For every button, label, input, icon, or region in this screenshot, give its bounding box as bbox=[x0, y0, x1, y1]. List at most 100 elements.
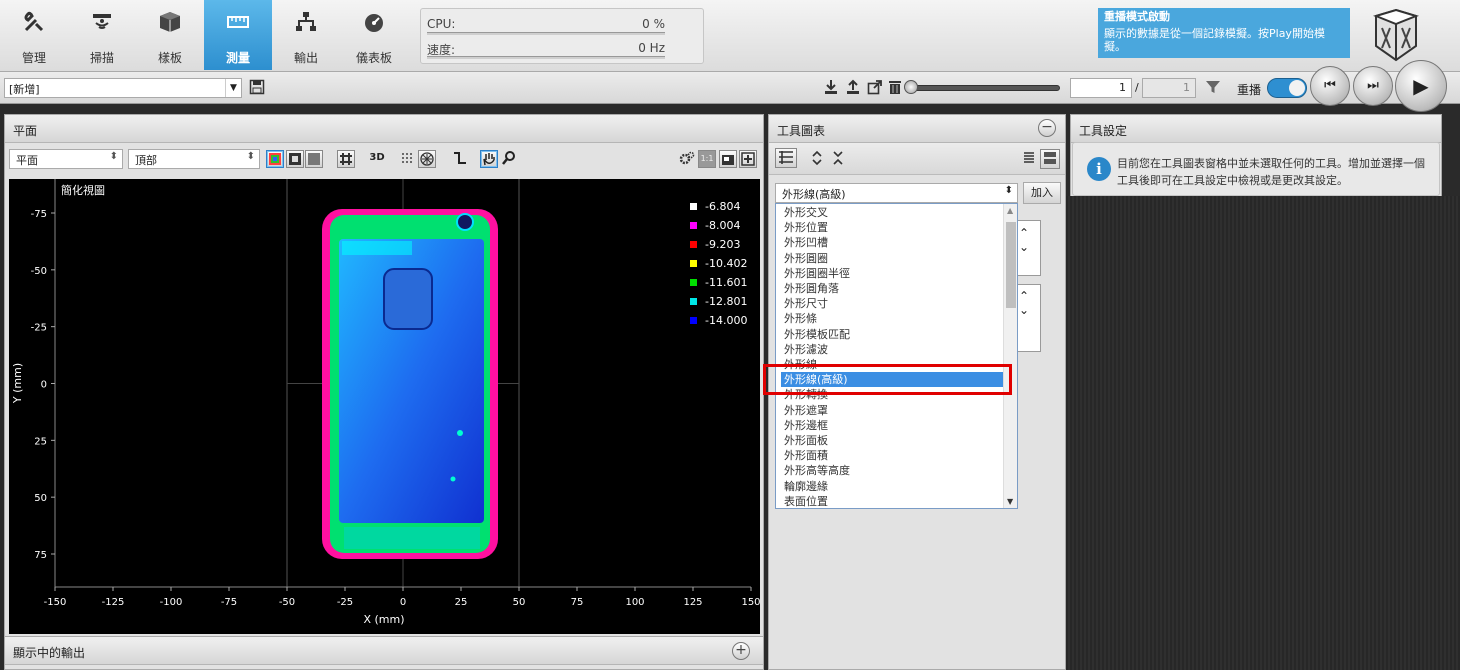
view-type-select[interactable]: 平面 ⬍ bbox=[9, 149, 123, 169]
compact-view-button[interactable] bbox=[1020, 150, 1038, 168]
nav-network-button[interactable]: 輸出 bbox=[272, 0, 340, 70]
add-output-button[interactable]: + bbox=[732, 642, 750, 660]
save-icon[interactable] bbox=[249, 79, 265, 95]
grid-button[interactable] bbox=[337, 150, 355, 168]
scroll-down-icon[interactable]: ▼ bbox=[1007, 497, 1013, 506]
x-tick-label: 125 bbox=[683, 597, 702, 608]
dropdown-item[interactable]: 輪廓邊緣 bbox=[784, 479, 1002, 494]
mesh-button[interactable] bbox=[418, 150, 436, 168]
x-tick-label: 75 bbox=[571, 597, 584, 608]
chevron-updown-icon[interactable]: ⌃ ⌄ bbox=[1019, 226, 1029, 254]
profile-line-button[interactable] bbox=[451, 150, 469, 168]
play-button[interactable]: ▶ bbox=[1395, 60, 1447, 112]
dropdown-item[interactable]: 表面位置 bbox=[784, 494, 1002, 508]
y-tick-label: -75 bbox=[31, 209, 47, 220]
nav-label: 儀表板 bbox=[355, 51, 392, 65]
x-tick-label: -100 bbox=[160, 597, 183, 608]
legend-label: -12.801 bbox=[705, 295, 747, 308]
download-icon[interactable] bbox=[823, 79, 839, 95]
dropdown-item[interactable]: 外形交叉 bbox=[784, 205, 1002, 220]
trash-icon[interactable] bbox=[887, 79, 903, 95]
speed-stat: 速度: 0 Hz bbox=[427, 37, 665, 59]
3d-view-button[interactable]: 3D bbox=[367, 150, 387, 168]
tool-panel-title: 工具圖表 bbox=[777, 124, 826, 138]
side-value: 頂部 bbox=[135, 154, 157, 167]
dropdown-item[interactable]: 外形圓圈 bbox=[784, 251, 1002, 266]
step-forward-button[interactable]: ⏭ bbox=[1353, 66, 1393, 106]
dropdown-item[interactable]: 外形條 bbox=[784, 311, 1002, 326]
view-settings-button[interactable] bbox=[678, 150, 696, 168]
nav-scan-button[interactable]: 掃描 bbox=[68, 0, 136, 70]
x-tick-label: -75 bbox=[221, 597, 237, 608]
playback-slider-knob[interactable] bbox=[904, 80, 918, 94]
dropdown-item[interactable]: 外形位置 bbox=[784, 220, 1002, 235]
toggle-knob bbox=[1289, 80, 1305, 96]
dropdown-scroll-thumb[interactable] bbox=[1006, 222, 1016, 308]
dot-grid-button[interactable] bbox=[399, 150, 417, 168]
magnifier-icon bbox=[502, 151, 515, 165]
grayscale-button[interactable] bbox=[286, 150, 304, 168]
dropdown-item[interactable]: 外形尺寸 bbox=[784, 296, 1002, 311]
tool-list-button[interactable] bbox=[775, 148, 797, 168]
x-tick-label: 150 bbox=[741, 597, 760, 608]
one-to-one-button[interactable]: 1:1 bbox=[698, 150, 716, 168]
intensity-button[interactable] bbox=[305, 150, 323, 168]
heightmap-color-button[interactable] bbox=[266, 150, 284, 168]
expand-icon bbox=[812, 150, 822, 166]
part-camera-cutout bbox=[383, 268, 433, 330]
nav-label: 測量 bbox=[225, 51, 250, 65]
step-back-button[interactable]: ⏮ bbox=[1310, 66, 1350, 106]
chevron-updown-icon[interactable]: ⌃ ⌄ bbox=[1019, 289, 1029, 317]
playback-slider[interactable] bbox=[908, 85, 1060, 91]
tool-type-select[interactable]: 外形線(高級) ⬍ bbox=[775, 183, 1018, 203]
dropdown-item[interactable]: 外形面板 bbox=[784, 433, 1002, 448]
collapse-tool-panel-button[interactable]: − bbox=[1038, 119, 1056, 137]
height-map-viewport[interactable]: 簡化視圖 -150 -125 -100 -75 -50 -25 0 25 50 75 100 125 1… bbox=[9, 179, 760, 634]
snapshot-button[interactable] bbox=[719, 150, 737, 168]
info-icon: i bbox=[1087, 157, 1111, 181]
rows-icon bbox=[1044, 152, 1056, 164]
system-stats: CPU: 0 % 速度: 0 Hz bbox=[420, 8, 704, 64]
nav-ruler-button[interactable]: 測量 bbox=[204, 0, 272, 70]
lines-icon bbox=[1024, 152, 1034, 163]
zoom-button[interactable] bbox=[500, 150, 518, 168]
legend-swatch bbox=[690, 203, 697, 210]
upload-icon[interactable] bbox=[845, 79, 861, 95]
detail-view-button[interactable] bbox=[1040, 149, 1060, 169]
dropdown-item[interactable]: 外形凹槽 bbox=[784, 235, 1002, 250]
x-axis-label: X (mm) bbox=[363, 613, 404, 626]
replay-label: 重播 bbox=[1237, 83, 1262, 97]
dropdown-item[interactable]: 外形圓圈半徑 bbox=[784, 266, 1002, 281]
side-select[interactable]: 頂部 ⬍ bbox=[128, 149, 260, 169]
export-icon[interactable] bbox=[867, 79, 883, 95]
nav-tools-button[interactable]: 管理 bbox=[0, 0, 68, 70]
add-tool-button[interactable]: 加入 bbox=[1023, 182, 1061, 204]
dropdown-item[interactable]: 外形圓角落 bbox=[784, 281, 1002, 296]
legend-label: -6.804 bbox=[705, 200, 740, 213]
page-current-input[interactable]: 1 bbox=[1070, 78, 1132, 98]
collapse-all-button[interactable] bbox=[829, 150, 847, 168]
filter-icon[interactable] bbox=[1205, 79, 1221, 95]
tool-type-dropdown[interactable]: 外形交叉 外形位置 外形凹槽 外形圓圈 外形圓圈半徑 外形圓角落 外形尺寸 外形條 外形模板匹配… bbox=[775, 203, 1018, 509]
cpu-value: 0 % bbox=[642, 17, 665, 31]
expand-all-button[interactable] bbox=[808, 150, 826, 168]
view-type-value: 平面 bbox=[16, 154, 38, 167]
height-map-chart: -150 -125 -100 -75 -50 -25 0 25 50 75 100 125 150 -75… bbox=[11, 179, 760, 626]
dropdown-scrollbar[interactable]: ▲ ▼ bbox=[1003, 204, 1017, 508]
part-lens bbox=[456, 213, 474, 231]
scroll-up-icon[interactable]: ▲ bbox=[1007, 206, 1013, 215]
dropdown-item[interactable]: 外形面積 bbox=[784, 448, 1002, 463]
pan-button[interactable] bbox=[480, 150, 498, 168]
nav-cubes-button[interactable]: 樣板 bbox=[136, 0, 204, 70]
gocator-logo-icon bbox=[1372, 8, 1420, 62]
dropdown-item[interactable]: 外形邊框 bbox=[784, 418, 1002, 433]
dropdown-item[interactable]: 外形濾波 bbox=[784, 342, 1002, 357]
dropdown-item[interactable]: 外形遮罩 bbox=[784, 403, 1002, 418]
dropdown-item[interactable]: 外形模板匹配 bbox=[784, 327, 1002, 342]
job-select[interactable]: [新增] ▼ bbox=[4, 78, 242, 98]
nav-gauge-button[interactable]: 儀表板 bbox=[340, 0, 408, 70]
dropdown-item[interactable]: 外形高等高度 bbox=[784, 463, 1002, 478]
cpu-label: CPU: bbox=[427, 17, 456, 31]
replay-toggle[interactable] bbox=[1267, 78, 1307, 98]
expand-view-button[interactable] bbox=[739, 150, 757, 168]
